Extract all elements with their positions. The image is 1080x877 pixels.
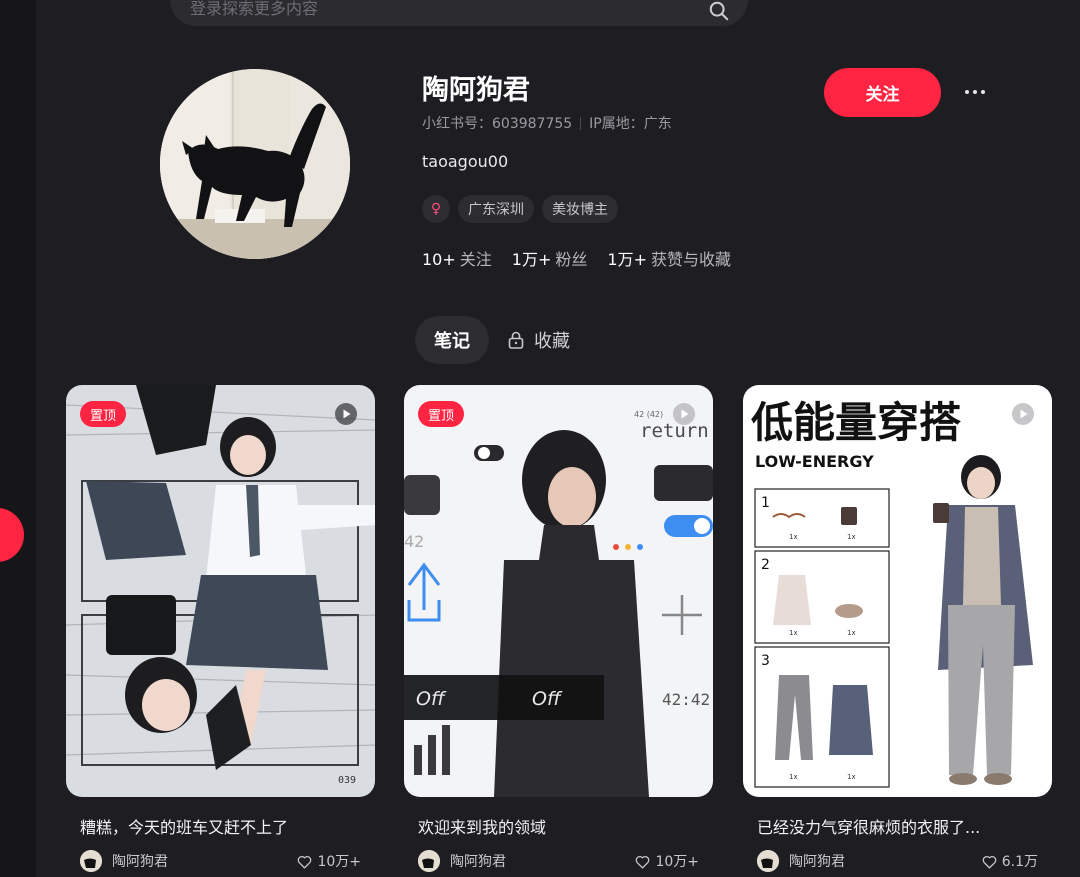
note-footer: 陶阿狗君 10万+	[66, 850, 375, 872]
left-rail	[0, 0, 36, 877]
note-footer: 陶阿狗君 6.1万	[743, 850, 1052, 872]
tag-category: 美妆博主	[542, 195, 618, 223]
profile-id: 小红书号：603987755	[422, 116, 573, 132]
stat-following-num: 10+	[422, 250, 456, 269]
profile-name: 陶阿狗君	[422, 75, 530, 106]
cover-qty: 1x	[789, 629, 798, 637]
lock-icon	[508, 331, 524, 349]
tab-collections[interactable]: 收藏	[489, 316, 589, 364]
stat-likes[interactable]: 1万+ 获赞与收藏	[607, 246, 731, 270]
stat-likes-label: 获赞与收藏	[650, 250, 731, 269]
like-button[interactable]: 10万+	[296, 851, 361, 871]
profile-stats: 10+ 关注 1万+ 粉丝 1万+ 获赞与收藏	[422, 246, 731, 270]
note-title[interactable]: 已经没力气穿很麻烦的衣服了...	[743, 814, 1052, 838]
tab-collections-label: 收藏	[534, 331, 570, 352]
profile-tags: ♀ 广东深圳 美妆博主	[422, 195, 618, 223]
tab-notes-label: 笔记	[434, 331, 470, 352]
cover-qty: 1x	[847, 773, 856, 781]
gender-female-icon: ♀	[422, 195, 450, 223]
author-avatar[interactable]	[80, 850, 102, 872]
author-avatar[interactable]	[757, 850, 779, 872]
note-card[interactable]: 039 置顶 糟糕，今天的班车又赶不上了 陶阿狗君 10万+	[66, 385, 375, 872]
pinned-badge: 置顶	[80, 401, 127, 427]
note-card[interactable]: 低能量穿搭 LOW-ENERGY 1 2 3 1x 1x 1x 1x 1x 1x…	[743, 385, 1052, 872]
video-play-icon	[673, 403, 695, 425]
like-count: 6.1万	[1001, 854, 1038, 870]
video-play-icon	[335, 403, 357, 425]
cover-qty: 1x	[847, 629, 856, 637]
like-count: 10万+	[655, 854, 699, 870]
profile-tabs: 笔记 收藏	[415, 316, 589, 364]
cover-row-num: 1	[761, 495, 770, 511]
profile-avatar	[160, 69, 350, 259]
more-options-icon[interactable]	[960, 80, 990, 104]
search-input[interactable]: 登录探索更多内容	[190, 0, 728, 19]
stat-following-label: 关注	[459, 250, 492, 269]
video-play-icon	[1012, 403, 1034, 425]
note-cover[interactable]: 低能量穿搭 LOW-ENERGY 1 2 3 1x 1x 1x 1x 1x 1x	[743, 385, 1052, 797]
cover-num-small: 42 (42)	[634, 410, 663, 419]
pinned-badge: 置顶	[418, 401, 465, 427]
author-name[interactable]: 陶阿狗君	[450, 851, 634, 871]
tag-location: 广东深圳	[458, 195, 534, 223]
note-card[interactable]: Off Off return 42 (42) 42 42:42 置顶 欢迎来到我…	[404, 385, 713, 872]
search-bar[interactable]: 登录探索更多内容	[170, 0, 748, 26]
meta-divider	[580, 116, 582, 130]
cover-subhead: LOW-ENERGY	[755, 452, 874, 471]
cover-qty: 1x	[789, 773, 798, 781]
heart-icon	[298, 855, 312, 869]
note-title[interactable]: 糟糕，今天的班车又赶不上了	[66, 814, 375, 838]
cover-headline: 低能量穿搭	[751, 398, 961, 447]
heart-icon	[982, 855, 997, 869]
note-title[interactable]: 欢迎来到我的领域	[404, 814, 713, 838]
cover-page-mark: 039	[338, 775, 356, 786]
stat-followers-label: 粉丝	[555, 250, 588, 269]
cover-off-right: Off	[532, 688, 563, 710]
cover-time: 42:42	[662, 690, 710, 709]
author-name[interactable]: 陶阿狗君	[112, 851, 296, 871]
stat-followers-num: 1万+	[511, 250, 552, 269]
note-cover[interactable]: Off Off return 42 (42) 42 42:42 置顶	[404, 385, 713, 797]
like-button[interactable]: 6.1万	[981, 851, 1038, 871]
like-button[interactable]: 10万+	[634, 851, 699, 871]
tab-notes[interactable]: 笔记	[415, 316, 489, 364]
note-cover[interactable]: 039 置顶	[66, 385, 375, 797]
cover-num-42: 42	[404, 532, 424, 551]
profile-bio: taoagou00	[422, 152, 509, 171]
cover-off-left: Off	[416, 688, 447, 710]
stat-followers[interactable]: 1万+ 粉丝	[512, 246, 588, 270]
cover-row-num: 2	[761, 557, 770, 573]
cover-qty: 1x	[789, 533, 798, 541]
heart-icon	[636, 855, 650, 869]
search-icon[interactable]	[708, 0, 730, 22]
author-avatar[interactable]	[418, 850, 440, 872]
profile-meta: 小红书号：603987755 IP属地：广东	[422, 113, 672, 133]
follow-button[interactable]: 关注	[824, 68, 941, 117]
profile-ip: IP属地：广东	[589, 116, 672, 132]
cover-qty: 1x	[847, 533, 856, 541]
stat-following[interactable]: 10+ 关注	[422, 246, 492, 270]
like-count: 10万+	[317, 854, 361, 870]
cover-row-num: 3	[761, 653, 770, 669]
note-footer: 陶阿狗君 10万+	[404, 850, 713, 872]
stat-likes-num: 1万+	[607, 250, 647, 269]
author-name[interactable]: 陶阿狗君	[789, 851, 981, 871]
